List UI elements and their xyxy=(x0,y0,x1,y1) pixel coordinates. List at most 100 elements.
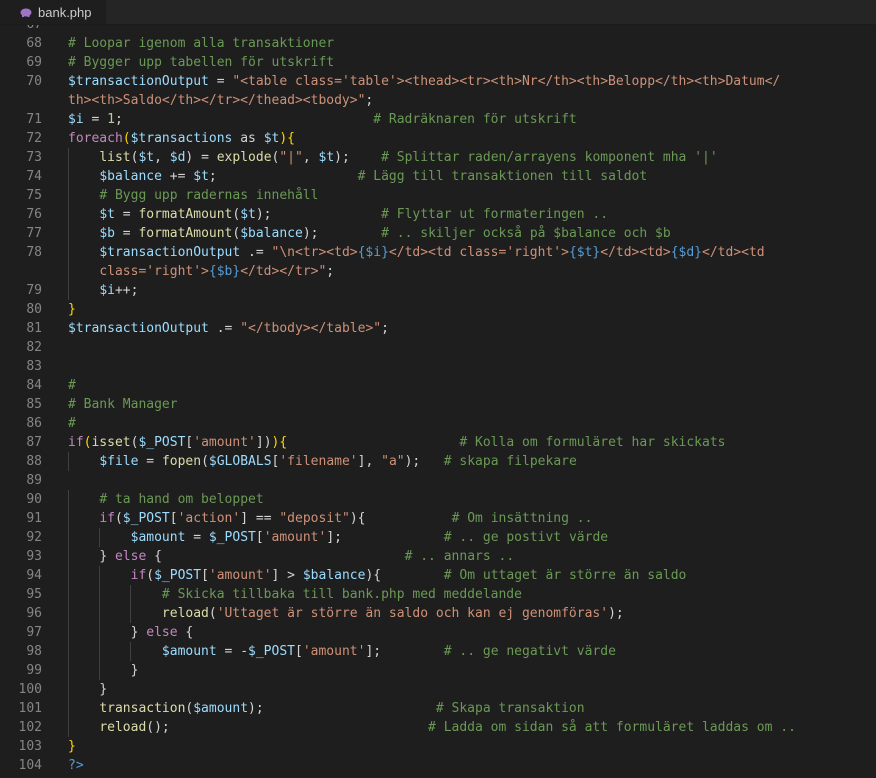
code-token: ]; xyxy=(326,530,444,545)
code-line[interactable]: 100 } xyxy=(0,680,876,699)
code-token: {$i} xyxy=(357,245,389,260)
code-line[interactable]: class='right'>{$b}</td></tr>"; xyxy=(0,262,876,281)
code-token: ) xyxy=(349,511,358,526)
code-token: {$t} xyxy=(568,245,601,260)
code-line[interactable]: 67 xyxy=(0,25,876,34)
code-token: $transactions xyxy=(130,131,233,146)
code-line[interactable]: 83 xyxy=(0,357,876,376)
code-line[interactable]: 90 # ta hand om beloppet xyxy=(0,490,876,509)
code-token: $_POST xyxy=(138,435,186,450)
code-line[interactable]: 81 $transactionOutput .= "</tbody></table… xyxy=(0,319,876,338)
code-token: } xyxy=(99,549,115,564)
code-token: explode xyxy=(216,150,272,165)
code-line[interactable]: 91 if($_POST['action'] == "deposit"){ # … xyxy=(0,509,876,528)
line-text: $transactionOutput .= "</tbody></table>"… xyxy=(68,319,389,338)
tab-bank-php[interactable]: bank.php xyxy=(0,0,106,24)
line-text: ?> xyxy=(68,756,84,775)
line-text: $balance += $t; # Lägg till transaktione… xyxy=(68,167,647,186)
code-line[interactable]: 101 transaction($amount); # Skapa transa… xyxy=(0,699,876,718)
code-token: # Radräknaren för utskrift xyxy=(373,112,577,127)
code-line[interactable]: 75 # Bygg upp radernas innehåll xyxy=(0,186,876,205)
code-line[interactable]: 73 list($t, $d) = explode("|", $t); # Sp… xyxy=(0,148,876,167)
code-token: ] > xyxy=(271,568,303,583)
code-token: ], xyxy=(357,454,382,469)
line-number: 99 xyxy=(26,663,42,678)
code-line[interactable]: 79 $i++; xyxy=(0,281,876,300)
code-lines[interactable]: 67 68 # Loopar igenom alla transaktioner 69… xyxy=(0,25,876,775)
code-line[interactable]: 103} xyxy=(0,737,876,756)
code-token: ); xyxy=(608,606,624,621)
code-token: $t xyxy=(193,169,209,184)
code-token: .= xyxy=(240,245,272,260)
code-line[interactable]: 96 reload('Uttaget är större än saldo oc… xyxy=(0,604,876,623)
code-token: # .. ge negativt värde xyxy=(443,644,616,659)
code-line[interactable]: 92 $amount = $_POST['amount']; # .. ge p… xyxy=(0,528,876,547)
code-token: ]; xyxy=(365,644,444,659)
code-token: reload xyxy=(161,606,209,621)
code-token: ); xyxy=(255,207,382,222)
code-line[interactable]: 74 $balance += $t; # Lägg till transakti… xyxy=(0,167,876,186)
code-line[interactable]: 86 # xyxy=(0,414,876,433)
code-line[interactable]: 97 } else { xyxy=(0,623,876,642)
line-number: 90 xyxy=(26,492,42,507)
line-number: 73 xyxy=(26,150,42,165)
code-token: { xyxy=(279,435,288,450)
code-line[interactable]: 85 # Bank Manager xyxy=(0,395,876,414)
line-text: $transactionOutput .= "\n<tr><td>{$i}</t… xyxy=(68,243,764,262)
line-text: th><th>Saldo</th></tr></thead><tbody>"; xyxy=(68,91,373,110)
code-token: class='right'> xyxy=(99,264,209,279)
code-token: = xyxy=(114,207,139,222)
code-line[interactable]: 94 if($_POST['amount'] > $balance){ # Om… xyxy=(0,566,876,585)
line-number: 96 xyxy=(26,606,42,621)
code-line[interactable]: th><th>Saldo</th></tr></thead><tbody>"; xyxy=(0,91,876,110)
code-line[interactable]: 93 } else { # .. annars .. xyxy=(0,547,876,566)
code-token: $transactionOutput xyxy=(68,74,209,89)
code-line[interactable]: 84 # xyxy=(0,376,876,395)
code-token: ); xyxy=(404,454,444,469)
line-number: 86 xyxy=(26,416,42,431)
code-token: $d xyxy=(169,150,186,165)
code-token: ; xyxy=(208,169,358,184)
code-token: if xyxy=(99,511,115,526)
code-line[interactable]: 98 $amount = -$_POST['amount']; # .. ge … xyxy=(0,642,876,661)
line-text: # ta hand om beloppet xyxy=(68,490,263,509)
code-line[interactable]: 78 $transactionOutput .= "\n<tr><td>{$i}… xyxy=(0,243,876,262)
code-line[interactable]: 80} xyxy=(0,300,876,319)
code-token: $_POST xyxy=(154,568,202,583)
code-line[interactable]: 82 xyxy=(0,338,876,357)
code-line[interactable]: 69 # Bygger upp tabellen för utskrift xyxy=(0,53,876,72)
code-token: 'Uttaget är större än saldo och kan ej g… xyxy=(216,606,609,621)
code-line[interactable]: 76 $t = formatAmount($t); # Flyttar ut f… xyxy=(0,205,876,224)
line-number: 72 xyxy=(26,131,42,146)
code-line[interactable]: 77 $b = formatAmount($balance); # .. ski… xyxy=(0,224,876,243)
code-token: transaction xyxy=(99,701,186,716)
code-token: # Ladda om sidan så att formuläret ladda… xyxy=(428,720,796,735)
code-token: # xyxy=(68,378,76,393)
code-line[interactable]: 70 $transactionOutput = "<table class='ta… xyxy=(0,72,876,91)
code-line[interactable]: 68 # Loopar igenom alla transaktioner xyxy=(0,34,876,53)
code-line[interactable]: 99 } xyxy=(0,661,876,680)
code-line[interactable]: 89 xyxy=(0,471,876,490)
code-token: { xyxy=(177,625,194,640)
code-editor[interactable]: 67 68 # Loopar igenom alla transaktioner 69… xyxy=(0,25,876,778)
code-token: "\n<tr><td> xyxy=(271,245,358,260)
line-number: 103 xyxy=(18,739,42,754)
line-text: } else { # .. annars .. xyxy=(68,547,514,566)
code-token: $balance xyxy=(240,226,303,241)
line-text: if(isset($_POST['amount'])){ # Kolla om … xyxy=(68,433,725,452)
code-line[interactable]: 102 reload(); # Ladda om sidan så att fo… xyxy=(0,718,876,737)
code-line[interactable]: 104 ?> xyxy=(0,756,876,775)
line-number: 100 xyxy=(18,682,42,697)
code-line[interactable]: 95 # Skicka tillbaka till bank.php med m… xyxy=(0,585,876,604)
code-token: } xyxy=(130,625,147,640)
code-line[interactable]: 72 foreach($transactions as $t){ xyxy=(0,129,876,148)
code-line[interactable]: 71 $i = 1; # Radräknaren för utskrift xyxy=(0,110,876,129)
code-token: if xyxy=(68,435,84,450)
code-line[interactable]: 88 $file = fopen($GLOBALS['filename'], "… xyxy=(0,452,876,471)
code-line[interactable]: 87 if(isset($_POST['amount'])){ # Kolla o… xyxy=(0,433,876,452)
